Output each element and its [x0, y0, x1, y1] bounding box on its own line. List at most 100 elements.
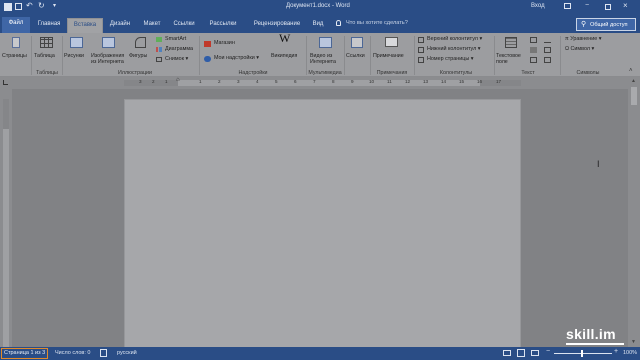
tab-review[interactable]: Рецензирование — [247, 18, 307, 33]
ruler-number: 7 — [313, 79, 316, 84]
header-icon — [418, 37, 424, 43]
page-count-status[interactable]: Страница 1 из 3 — [1, 348, 48, 359]
lightbulb-icon — [336, 20, 341, 26]
language-status[interactable]: русский — [117, 350, 137, 356]
shapes-icon — [135, 37, 146, 48]
scroll-up-icon[interactable]: ▲ — [631, 78, 636, 84]
page-number-icon — [418, 57, 424, 63]
ruler-number: 17 — [496, 79, 502, 84]
word-window: ↶ ↻ ▾ Документ1.docx - Word Вход − × Фай… — [0, 0, 640, 360]
ruler-number: 14 — [441, 79, 447, 84]
table-icon — [40, 37, 53, 48]
ruler-number: 8 — [332, 79, 335, 84]
symbol-button[interactable]: Ω Символ ▾ — [565, 46, 594, 53]
web-layout-icon[interactable] — [531, 350, 539, 356]
zoom-level[interactable]: 100% — [623, 350, 637, 356]
ruler-number: 1 — [199, 79, 202, 84]
tab-mailings[interactable]: Рассылки — [204, 18, 242, 33]
read-mode-icon[interactable] — [503, 350, 511, 356]
status-bar: Страница 1 из 3 Число слов: 0 русский − … — [0, 347, 640, 360]
maximize-icon[interactable] — [605, 4, 611, 10]
ruler-number: 9 — [351, 79, 354, 84]
tab-file[interactable]: Файл — [2, 17, 30, 33]
footer-button[interactable]: Нижний колонтитул ▾ — [418, 46, 480, 53]
comment-icon — [385, 37, 398, 47]
vertical-scrollbar[interactable]: ▲ ▼ — [628, 77, 640, 347]
zoom-slider-thumb[interactable] — [581, 350, 583, 357]
collapse-ribbon-icon[interactable]: ˄ — [629, 68, 633, 74]
word-app-icon — [4, 3, 12, 11]
links-icon — [351, 37, 363, 48]
signature-line-icon[interactable] — [544, 37, 551, 43]
quick-parts-icon[interactable] — [530, 37, 537, 43]
screenshot-button[interactable]: Снимок ▾ — [156, 56, 188, 63]
store-icon — [204, 41, 211, 47]
document-area[interactable]: I — [12, 89, 628, 359]
vertical-ruler[interactable] — [0, 89, 12, 347]
tab-insert[interactable]: Вставка — [67, 18, 103, 33]
share-button[interactable]: ⚲ Общий доступ — [576, 18, 636, 31]
indent-marker-icon[interactable]: ⌂ — [176, 77, 180, 83]
tab-selector-icon[interactable] — [3, 80, 8, 85]
header-button[interactable]: Верхний колонтитул ▾ — [418, 36, 482, 43]
zoom-out-icon[interactable]: − — [546, 348, 550, 355]
chart-button[interactable]: Диаграмма — [156, 46, 193, 53]
chevron-down-icon: ▾ — [598, 36, 602, 42]
group-media-label: Мультимедиа — [308, 70, 342, 76]
store-button[interactable]: Магазин — [204, 40, 235, 47]
ruler-number: 3 — [237, 79, 240, 84]
group-illustrations-label: Иллюстрации — [118, 70, 152, 76]
dropcap-icon[interactable] — [530, 57, 537, 63]
ruler-number: 10 — [369, 79, 375, 84]
chevron-down-icon: ▾ — [479, 36, 483, 42]
close-icon[interactable]: × — [623, 1, 628, 10]
scroll-thumb[interactable] — [631, 87, 637, 105]
scroll-down-icon[interactable]: ▼ — [631, 339, 636, 345]
ruler-number: 1 — [165, 79, 168, 84]
group-addins-label: Надстройки — [238, 70, 268, 76]
ruler-number: 15 — [459, 79, 465, 84]
zoom-in-icon[interactable]: + — [614, 348, 618, 355]
horizontal-ruler[interactable]: 3 2 1 ⌂ 1 2 3 4 5 6 7 8 9 10 11 12 13 14… — [0, 77, 640, 89]
equation-button[interactable]: π Уравнение ▾ — [565, 36, 601, 43]
chevron-down-icon: ▾ — [591, 46, 595, 52]
zoom-slider[interactable] — [554, 353, 612, 354]
tab-references[interactable]: Ссылки — [169, 18, 199, 33]
ribbon-tabs: Файл Главная Вставка Дизайн Макет Ссылки… — [0, 14, 640, 33]
object-icon[interactable] — [544, 57, 551, 63]
tell-me-box[interactable]: Что вы хотите сделать? — [346, 20, 408, 26]
minimize-icon[interactable]: − — [585, 2, 589, 9]
smartart-icon — [156, 37, 162, 42]
user-icon: ⚲ — [581, 21, 587, 28]
redo-icon[interactable]: ↻ — [38, 1, 45, 10]
text-cursor-icon: I — [597, 159, 600, 169]
tab-home[interactable]: Главная — [33, 18, 65, 33]
datetime-icon[interactable] — [544, 47, 551, 53]
sign-in-link[interactable]: Вход — [531, 3, 545, 9]
tab-view[interactable]: Вид — [310, 18, 326, 33]
title-bar: ↶ ↻ ▾ Документ1.docx - Word Вход − × — [0, 0, 640, 14]
tab-design[interactable]: Дизайн — [106, 18, 134, 33]
smartart-button[interactable]: SmartArt — [156, 36, 186, 43]
ruler-number: 5 — [275, 79, 278, 84]
ruler-number: 16 — [477, 79, 483, 84]
online-pictures-icon — [102, 37, 115, 48]
save-icon[interactable] — [15, 3, 22, 10]
document-page[interactable] — [124, 99, 521, 359]
page-number-button[interactable]: Номер страницы ▾ — [418, 56, 473, 63]
ribbon-display-options-icon[interactable] — [564, 3, 571, 9]
tab-layout[interactable]: Макет — [139, 18, 165, 33]
ruler-number: 3 — [139, 79, 142, 84]
undo-icon[interactable]: ↶ — [26, 1, 33, 10]
print-layout-icon[interactable] — [517, 349, 525, 357]
my-addins-button[interactable]: Мои надстройки ▾ — [204, 55, 259, 62]
proofing-icon[interactable] — [100, 349, 107, 357]
qat-customize-icon[interactable]: ▾ — [53, 2, 56, 9]
wordart-icon[interactable] — [530, 47, 537, 53]
my-addins-icon — [204, 56, 211, 62]
group-text-label: Текст — [521, 70, 535, 76]
footer-icon — [418, 47, 424, 53]
ruler-number: 2 — [218, 79, 221, 84]
word-count-status[interactable]: Число слов: 0 — [55, 350, 90, 356]
group-symbols-label: Символы — [576, 70, 600, 76]
